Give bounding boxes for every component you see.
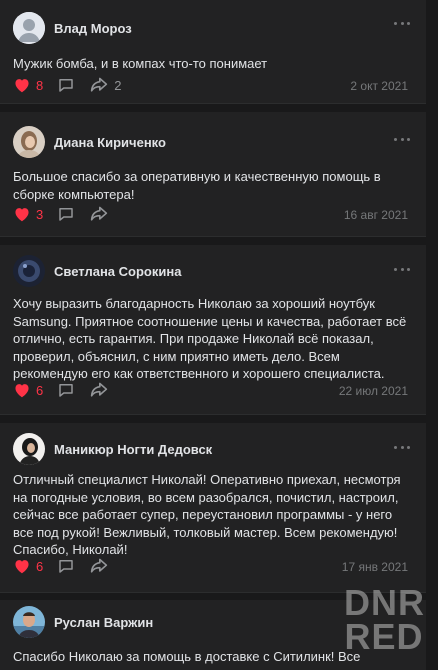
like-button[interactable]: 6 — [13, 558, 43, 574]
share-button[interactable] — [89, 557, 109, 575]
more-icon[interactable] — [394, 136, 410, 142]
comment-icon — [59, 208, 73, 221]
post-text: Отличный специалист Николай! Оперативно … — [13, 472, 401, 557]
photo-avatar-dark-icon — [13, 255, 45, 287]
heart-icon — [15, 208, 29, 222]
share-button[interactable]: 2 — [89, 76, 121, 94]
heart-icon — [15, 79, 29, 93]
comment-button[interactable] — [57, 557, 75, 575]
share-icon — [91, 77, 108, 92]
post-text: Хочу выразить благодарность Николаю за х… — [13, 296, 407, 381]
post-header: Руслан Варжин — [13, 606, 153, 638]
like-count: 8 — [36, 77, 44, 93]
share-icon — [91, 206, 108, 221]
post-actions: 8 2 — [13, 75, 135, 95]
post-header: Светлана Сорокина — [13, 255, 181, 287]
review-post: Диана Кириченко Большое спасибо за опера… — [0, 112, 426, 237]
post-header: Маникюр Ногти Дедовск — [13, 433, 212, 465]
avatar[interactable] — [13, 433, 45, 465]
post-date[interactable]: 16 авг 2021 — [344, 208, 408, 222]
like-count: 3 — [36, 206, 44, 222]
post-text: Мужик бомба, и в компах что-то понимает — [13, 56, 268, 71]
comment-icon — [59, 79, 73, 92]
share-icon — [91, 558, 108, 573]
post-date[interactable]: 17 янв 2021 — [342, 560, 408, 574]
author-name[interactable]: Маникюр Ногти Дедовск — [54, 442, 212, 457]
heart-icon — [15, 384, 29, 398]
like-button[interactable]: 8 — [13, 77, 43, 93]
post-header: Диана Кириченко — [13, 126, 166, 158]
watermark-logo: DNR RED — [344, 582, 425, 662]
share-button[interactable] — [89, 205, 109, 223]
author-name[interactable]: Светлана Сорокина — [54, 264, 181, 279]
post-date[interactable]: 2 окт 2021 — [350, 79, 408, 93]
post-header: Влад Мороз — [13, 12, 132, 44]
share-button[interactable] — [89, 381, 109, 399]
author-name[interactable]: Влад Мороз — [54, 21, 132, 36]
avatar[interactable] — [13, 126, 45, 158]
review-post: Влад Мороз Мужик бомба, и в компах что-т… — [0, 0, 426, 104]
watermark-line: DNR — [344, 582, 425, 623]
comment-button[interactable] — [57, 381, 75, 399]
comment-button[interactable] — [57, 205, 75, 223]
avatar[interactable] — [13, 12, 45, 44]
comment-icon — [59, 560, 73, 573]
share-icon — [91, 382, 108, 397]
more-icon[interactable] — [394, 444, 410, 450]
heart-icon — [15, 560, 29, 574]
avatar[interactable] — [13, 606, 45, 638]
photo-avatar-woman-icon — [13, 433, 45, 465]
like-count: 6 — [36, 382, 44, 398]
post-actions: 6 — [13, 380, 123, 400]
author-name[interactable]: Руслан Варжин — [54, 615, 153, 630]
comment-icon — [59, 384, 73, 397]
like-count: 6 — [36, 558, 44, 574]
photo-avatar-man-icon — [13, 606, 45, 638]
avatar[interactable] — [13, 255, 45, 287]
author-name[interactable]: Диана Кириченко — [54, 135, 166, 150]
more-icon[interactable] — [394, 266, 410, 272]
review-post: Маникюр Ногти Дедовск Отличный специалис… — [0, 423, 426, 593]
placeholder-avatar-icon — [13, 12, 45, 44]
review-post: Светлана Сорокина Хочу выразить благодар… — [0, 245, 426, 415]
like-button[interactable]: 3 — [13, 206, 43, 222]
watermark-line: RED — [344, 616, 424, 657]
comment-button[interactable] — [57, 76, 75, 94]
share-count: 2 — [114, 77, 122, 93]
photo-avatar-light-icon — [13, 126, 45, 158]
post-text: Большое спасибо за оперативную и качеств… — [13, 169, 381, 202]
post-actions: 3 — [13, 204, 123, 224]
like-button[interactable]: 6 — [13, 382, 43, 398]
more-icon[interactable] — [394, 20, 410, 26]
post-date[interactable]: 22 июл 2021 — [339, 384, 408, 398]
post-actions: 6 — [13, 556, 123, 576]
